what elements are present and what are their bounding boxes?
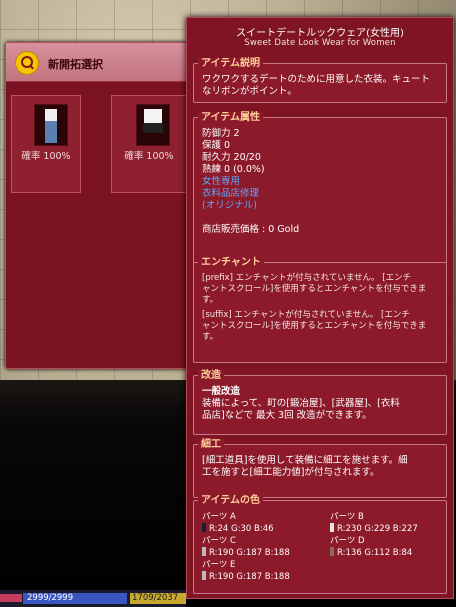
enchant-prefix-text: ャントスクロール]を使用するとエンチャントを付与できま [202, 284, 427, 294]
outfit-black-white-icon [136, 104, 170, 146]
color-swatch [202, 571, 206, 580]
attr-original: (オリジナル) [202, 200, 257, 211]
attr-protect: 保護 0 [202, 140, 231, 151]
color-swatch [330, 547, 334, 556]
modify-text: 装備によって、町の[鍛冶屋]、[武器屋]、[衣料 [202, 398, 400, 409]
color-part-b: パーツ B R:230 G:229 B:227 [330, 512, 418, 534]
section-description: アイテム説明 ワクワクするデートのために用意した衣装。キュート なリボンがポイン… [193, 58, 447, 103]
section-label: アイテム説明 [198, 58, 263, 70]
item-selection-window[interactable]: 新開拓選択 確率 100% 確率 100% [5, 42, 203, 369]
attr-mastery: 熟練 0 (0.0%) [202, 164, 265, 175]
section-craft: 細工 [細工道具]を使用して装備に細工を施せます。細 工を施すと[細工能力値]が… [193, 439, 447, 498]
section-label: アイテム属性 [198, 112, 263, 124]
enchant-prefix-text: す。 [202, 295, 219, 305]
stamina-gauge: 1709/2037 [130, 593, 186, 604]
hp-gauge [0, 594, 22, 602]
search-icon [15, 51, 39, 75]
section-label: アイテムの色 [198, 495, 263, 507]
attr-sell-price: 商店販売価格 : 0 Gold [202, 224, 300, 235]
description-text: なリボンがポイント。 [202, 86, 297, 97]
attr-repair-shop: 衣料品店修理 [202, 188, 260, 199]
section-label: 改造 [198, 370, 224, 382]
description-text: ワクワクするデートのために用意した衣装。キュート [202, 74, 431, 85]
section-enchant: エンチャント [prefix] エンチャントが付与されていません。 [エンチ ャ… [193, 257, 447, 363]
attr-durability: 耐久力 20/20 [202, 152, 261, 163]
color-swatch [202, 523, 206, 532]
item-card[interactable]: 確率 100% [11, 95, 81, 193]
section-modify: 改造 一般改造 装備によって、町の[鍛冶屋]、[武器屋]、[衣料 品店]などで … [193, 370, 447, 435]
window-title-bar[interactable]: 新開拓選択 [6, 43, 196, 82]
craft-text: 工を施すと[細工能力値]が付与されます。 [202, 467, 380, 478]
color-part-a: パーツ A R:24 G:30 B:46 [202, 512, 274, 534]
item-name: スイートデートルックウェア(女性用) [236, 28, 404, 39]
item-name-english: Sweet Date Look Wear for Women [244, 38, 396, 48]
player-status-bar: 2999/2999 1709/2037 [0, 590, 186, 607]
color-part-c: パーツ C R:190 G:187 B:188 [202, 536, 290, 558]
attr-defense: 防御力 2 [202, 128, 240, 139]
enchant-suffix-text: [suffix] エンチャントが付与されていません。 [エンチ [202, 310, 410, 320]
section-colors: アイテムの色 パーツ A R:24 G:30 B:46 パーツ B R:230 … [193, 495, 447, 594]
item-list: 確率 100% 確率 100% [11, 95, 203, 355]
window-title: 新開拓選択 [48, 58, 103, 71]
enchant-prefix-text: [prefix] エンチャントが付与されていません。 [エンチ [202, 273, 412, 283]
item-rate: 確率 100% [124, 151, 174, 162]
craft-text: [細工道具]を使用して装備に細工を施せます。細 [202, 455, 408, 466]
section-label: エンチャント [198, 257, 264, 269]
modify-heading: 一般改造 [202, 386, 241, 397]
attr-female-only: 女性専用 [202, 176, 241, 187]
color-part-e: パーツ E R:190 G:187 B:188 [202, 560, 290, 582]
item-tooltip: スイートデートルックウェア(女性用) Sweet Date Look Wear … [186, 17, 454, 599]
color-swatch [202, 547, 206, 556]
section-attributes: アイテム属性 防御力 2 保護 0 耐久力 20/20 熟練 0 (0.0%) … [193, 112, 447, 272]
outfit-white-blue-icon [34, 104, 68, 146]
color-part-d: パーツ D R:136 G:112 B:84 [330, 536, 413, 558]
mp-gauge: 2999/2999 [23, 593, 127, 604]
item-rate: 確率 100% [21, 151, 71, 162]
modify-text: 品店]などで 最大 3回 改造ができます。 [202, 410, 372, 421]
section-label: 細工 [198, 439, 224, 451]
enchant-suffix-text: ャントスクロール]を使用するとエンチャントを付与できま [202, 321, 427, 331]
color-swatch [330, 523, 334, 532]
enchant-suffix-text: す。 [202, 332, 219, 342]
